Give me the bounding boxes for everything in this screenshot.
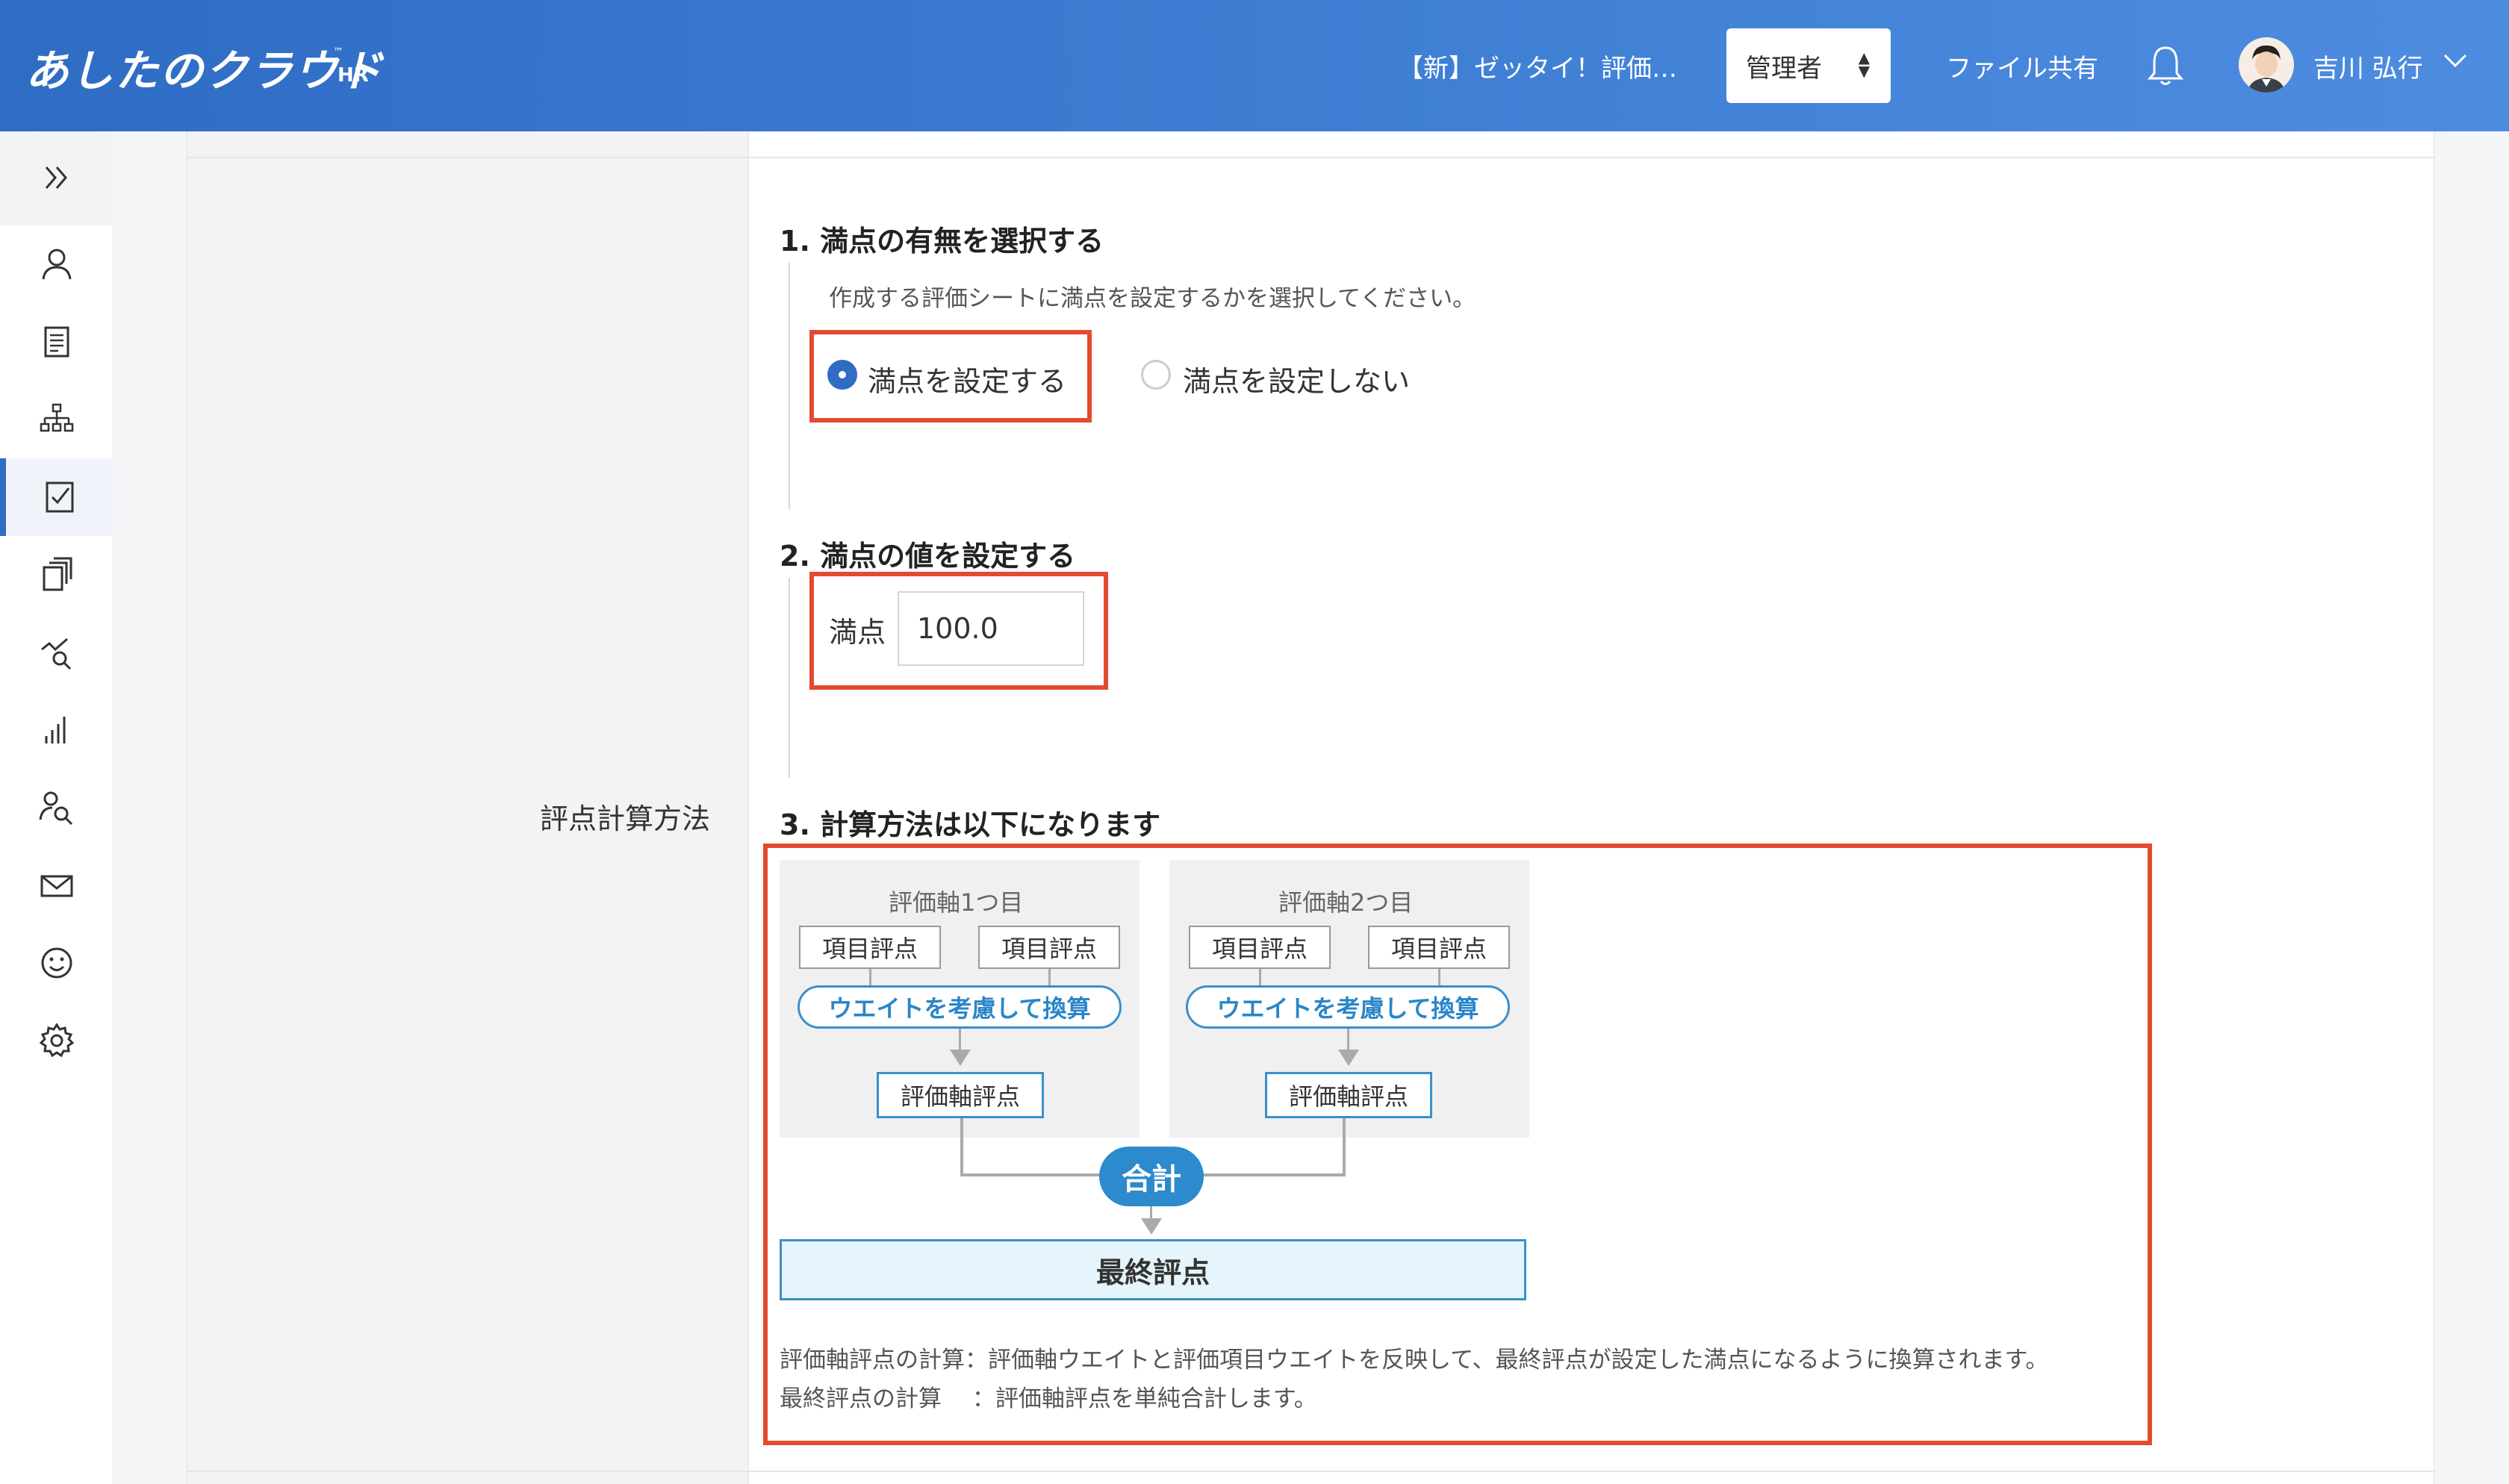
radio-no-max[interactable] <box>1141 360 1171 390</box>
app-logo[interactable]: あしたのクラウド <box>25 36 384 99</box>
logo-sub: HR <box>338 64 369 87</box>
section2-rail <box>789 578 790 778</box>
app-header: あしたのクラウド ™ HR 【新】ゼッタイ！評価… 管理者 ▲ ▼ ファイル共有 … <box>0 0 2509 131</box>
weight-convert-pill: ウエイトを考慮して換算 <box>1186 985 1510 1029</box>
arrow-down-icon <box>1338 1050 1359 1066</box>
analytics-search-icon <box>41 637 72 670</box>
connector <box>1343 1118 1346 1176</box>
logo-trademark: ™ <box>333 46 343 58</box>
evaluation-title[interactable]: 【新】ゼッタイ！評価… <box>1398 48 1677 84</box>
sidebar-item-evaluation[interactable] <box>0 458 114 536</box>
axis-score-box: 評価軸評点 <box>1265 1072 1432 1118</box>
section2-title: 2. 満点の値を設定する <box>780 540 1076 573</box>
file-share-link[interactable]: ファイル共有 <box>1946 48 2098 84</box>
connector <box>1438 969 1440 985</box>
checklist-icon <box>46 481 74 513</box>
double-chevron-icon <box>45 166 67 189</box>
item-score-box: 項目評点 <box>1368 926 1510 969</box>
chevron-down-icon[interactable] <box>2442 49 2469 72</box>
bell-icon[interactable] <box>2146 43 2185 88</box>
note-axis-score: 評価軸評点の計算：評価軸ウエイトと評価項目ウエイトを反映して、最終評点が設定した… <box>780 1347 2049 1374</box>
axis1-title: 評価軸1つ目 <box>889 888 1024 917</box>
role-select-value: 管理者 <box>1746 53 1822 84</box>
note-final-score: 最終評点の計算 ：評価軸評点を単純合計します。 <box>780 1385 1317 1412</box>
role-select[interactable]: 管理者 ▲ ▼ <box>1726 28 1891 103</box>
divider <box>187 157 2435 158</box>
sidebar-item-reports[interactable] <box>0 691 114 769</box>
arrow-down-icon <box>950 1050 971 1066</box>
sidebar-item-analytics[interactable] <box>0 614 114 691</box>
avatar[interactable] <box>2239 37 2294 93</box>
radio-set-max[interactable] <box>827 360 857 390</box>
sum-pill: 合計 <box>1099 1147 1204 1206</box>
gear-icon <box>39 1023 75 1058</box>
item-score-box: 項目評点 <box>978 926 1120 969</box>
person-icon <box>42 249 72 280</box>
connector <box>960 1118 963 1176</box>
smile-icon <box>41 947 72 979</box>
item-score-box: 項目評点 <box>1189 926 1331 969</box>
connector <box>869 969 871 985</box>
axis2-title: 評価軸2つ目 <box>1278 888 1414 917</box>
section1-rail <box>789 263 790 509</box>
connector <box>1259 969 1261 985</box>
document-icon <box>44 326 69 358</box>
sidebar-item-mail[interactable] <box>0 847 114 924</box>
org-chart-icon <box>40 403 74 432</box>
section3-title: 3. 計算方法は以下になります <box>780 808 1161 841</box>
axis-score-box: 評価軸評点 <box>877 1072 1044 1118</box>
arrow-down-icon <box>1141 1218 1162 1235</box>
copy-icon <box>43 557 72 591</box>
item-score-box: 項目評点 <box>799 926 941 969</box>
sidebar-toggle[interactable] <box>0 131 114 225</box>
weight-convert-pill: ウエイトを考慮して換算 <box>798 985 1122 1029</box>
sidebar-item-people-search[interactable] <box>0 769 114 847</box>
sidebar-item-organization[interactable] <box>0 381 114 458</box>
section1-title: 1. 満点の有無を選択する <box>780 225 1104 258</box>
section1-description: 作成する評価シートに満点を設定するかを選択してください。 <box>829 285 1476 312</box>
sidebar <box>0 131 114 1484</box>
sidebar-item-copy[interactable] <box>0 536 114 614</box>
max-score-input[interactable]: 100.0 <box>898 591 1084 666</box>
person-search-icon <box>39 791 73 826</box>
sidebar-item-documents[interactable] <box>0 303 114 381</box>
radio-set-max-label[interactable]: 満点を設定する <box>868 358 1066 399</box>
divider <box>187 1471 2435 1472</box>
sidebar-item-profile[interactable] <box>0 225 114 303</box>
max-score-label: 満点 <box>829 616 886 649</box>
sidebar-item-feedback[interactable] <box>0 924 114 1002</box>
radio-no-max-label[interactable]: 満点を設定しない <box>1183 358 1410 399</box>
row-label: 評点計算方法 <box>540 802 711 835</box>
connector <box>1048 969 1051 985</box>
sidebar-item-settings[interactable] <box>0 1002 114 1079</box>
user-name[interactable]: 吉川 弘行 <box>2313 48 2423 84</box>
final-score-box: 最終評点 <box>780 1239 1526 1300</box>
updown-arrows-icon: ▲ ▼ <box>1858 49 1870 80</box>
bar-chart-icon <box>45 717 66 743</box>
mail-icon <box>40 875 73 897</box>
